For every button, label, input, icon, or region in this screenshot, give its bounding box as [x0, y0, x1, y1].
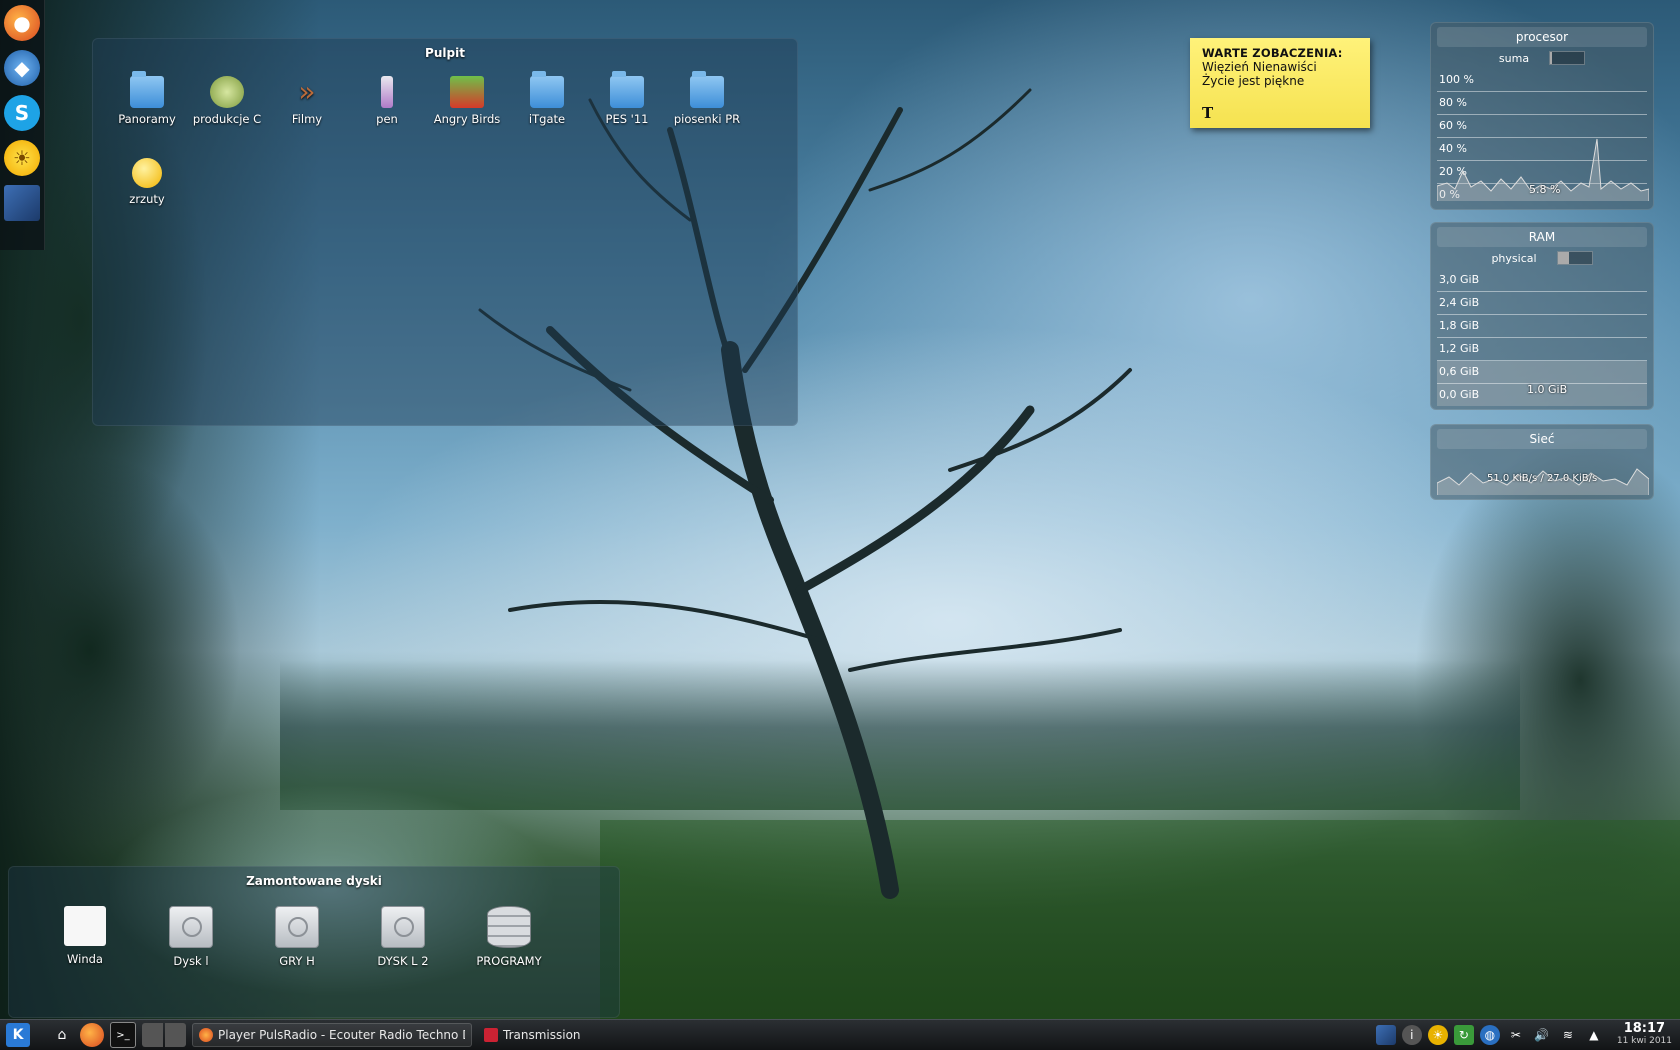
network-graph: 51.0 KiB/s / 27.0 KiB/s [1437, 455, 1649, 495]
terminal-icon[interactable]: >_ [110, 1022, 136, 1048]
note-line-2: Życie jest piękne [1202, 74, 1305, 88]
desktop-item-zrzuty[interactable]: zrzuty [107, 158, 187, 206]
ram-graph: 3,0 GiB 2,4 GiB 1,8 GiB 1,2 GiB 0,6 GiB … [1437, 269, 1647, 406]
pager-icon[interactable] [142, 1023, 186, 1047]
network-monitor-widget[interactable]: Sieć 51.0 KiB/s / 27.0 KiB/s [1430, 424, 1654, 500]
folder-icon [610, 71, 644, 108]
ram-physical-row: physical [1437, 251, 1647, 265]
skype-launch-icon[interactable]: S [4, 95, 40, 131]
taskbar: K ⌂ >_ Player PulsRadio - Ecouter Radio … [0, 1019, 1680, 1050]
network-value: 51.0 KiB/s / 27.0 KiB/s [1487, 473, 1598, 484]
desktop-item-filmy[interactable]: » Filmy [267, 75, 347, 127]
ram-level-label: 3,0 GiB [1437, 269, 1647, 292]
cpu-sum-bar-fill [1550, 52, 1553, 64]
info-icon[interactable]: i [1401, 1025, 1422, 1045]
tray-expand-icon[interactable]: ▲ [1584, 1025, 1604, 1045]
folder-pictures-icon [130, 71, 164, 108]
hard-disk-icon [169, 906, 213, 948]
home-icon[interactable]: ⌂ [50, 1023, 74, 1047]
desktop-icons-row-2: zrzuty [107, 158, 187, 206]
network-globe-icon[interactable]: ◍ [1479, 1025, 1500, 1045]
desktop-item-itgate[interactable]: iTgate [507, 71, 587, 126]
cpu-graph: 100 % 80 % 60 % 40 % 20 % 0 % 5.8 % [1437, 69, 1649, 206]
sticky-note[interactable]: WARTE ZOBACZENIA: Więzień Nienawiści Życ… [1190, 38, 1370, 128]
ram-level-label: 1,8 GiB [1437, 315, 1647, 338]
cpu-sum-row: suma [1437, 51, 1647, 65]
desktop-item-produkcje[interactable]: produkcje C [187, 76, 267, 126]
device-item-gry-h[interactable]: GRY H [244, 906, 350, 968]
wallpaper-meadow [600, 820, 1680, 1020]
cpu-monitor-widget[interactable]: procesor suma 100 % 80 % 60 % 40 % 20 % … [1430, 22, 1654, 210]
transmission-icon [484, 1028, 498, 1042]
usb-pen-icon [381, 76, 393, 108]
ram-level-label: 2,4 GiB [1437, 292, 1647, 315]
ram-value: 1.0 GiB [1527, 383, 1568, 396]
clock-date: 11 kwi 2011 [1616, 1036, 1672, 1046]
firefox-icon[interactable] [80, 1023, 104, 1047]
ram-monitor-widget[interactable]: RAM physical 3,0 GiB 2,4 GiB 1,8 GiB 1,2… [1430, 222, 1654, 410]
note-heading: WARTE ZOBACZENIA: [1202, 46, 1343, 60]
firefox-icon [199, 1028, 213, 1042]
ram-monitor-title: RAM [1437, 227, 1647, 247]
update-icon[interactable]: ↻ [1453, 1025, 1474, 1045]
cpu-level-label: 80 % [1437, 92, 1647, 115]
hard-disk-icon [275, 906, 319, 948]
ram-level-label: 1,2 GiB [1437, 338, 1647, 361]
folder-icon [530, 71, 564, 108]
smiley-icon [132, 158, 162, 188]
cpu-monitor-title: procesor [1437, 27, 1647, 47]
desktop-item-pen[interactable]: pen [347, 76, 427, 126]
quick-launcher: ● ◆ S ☀ [0, 0, 45, 250]
firefox-launch-icon[interactable]: ● [4, 5, 40, 41]
ram-level-label: 0,6 GiB [1437, 361, 1647, 384]
cpu-value: 5.8 % [1529, 183, 1561, 196]
desktop-launch-icon[interactable] [4, 185, 40, 221]
device-item-dysk-l[interactable]: Dysk l [138, 906, 244, 968]
task-pulsradio[interactable]: Player PulsRadio - Ecouter Radio Techno … [192, 1023, 472, 1047]
desktop-preview-icon[interactable] [1375, 1025, 1396, 1045]
text-format-icon[interactable]: T [1202, 104, 1213, 122]
devices-icons-row: Winda Dysk l GRY H DYSK L 2 PROGRAMY [32, 906, 562, 968]
scissors-icon[interactable]: ✂ [1506, 1025, 1526, 1045]
hard-disk-icon [381, 906, 425, 948]
device-item-dysk-l2[interactable]: DYSK L 2 [350, 906, 456, 968]
weather-icon[interactable]: ☀ [1427, 1025, 1448, 1045]
white-disk-icon [64, 906, 106, 946]
folder-icon [690, 71, 724, 108]
ram-physical-bar [1556, 251, 1593, 265]
cpu-sum-bar [1549, 51, 1586, 65]
cookie-monster-icon [210, 76, 244, 108]
wolf-launch-icon[interactable]: ◆ [4, 50, 40, 86]
task-transmission[interactable]: Transmission [478, 1023, 758, 1047]
desktop-item-panoramy[interactable]: Panoramy [107, 71, 187, 126]
desktop-icons-row-1: Panoramy produkcje C » Filmy pen Angry B… [107, 71, 747, 127]
device-item-programy[interactable]: PROGRAMY [456, 906, 562, 968]
note-line-1: Więzień Nienawiści [1202, 60, 1317, 74]
clock-time: 18:17 [1623, 1021, 1666, 1036]
database-icon [487, 906, 531, 948]
desktop-item-pes[interactable]: PES '11 [587, 71, 667, 126]
wifi-icon[interactable]: ≋ [1558, 1025, 1578, 1045]
angry-birds-icon [450, 76, 484, 108]
desktop-item-angry-birds[interactable]: Angry Birds [427, 76, 507, 126]
system-tray: i ☀ ↻ ◍ ✂ 🔊 ≋ ▲ 18:17 11 kwi 2011 [1373, 1020, 1680, 1050]
device-item-winda[interactable]: Winda [32, 906, 138, 968]
devices-panel-title: Zamontowane dyski [246, 874, 382, 888]
weather-sun-launch-icon[interactable]: ☀ [4, 140, 40, 176]
kde-menu-icon[interactable]: K [6, 1023, 30, 1047]
cpu-level-label: 100 % [1437, 69, 1647, 92]
chevrons-icon: » [298, 75, 316, 108]
network-monitor-title: Sieć [1437, 429, 1647, 449]
desktop-item-piosenki[interactable]: piosenki PR [667, 71, 747, 126]
volume-icon[interactable]: 🔊 [1532, 1025, 1552, 1045]
clock[interactable]: 18:17 11 kwi 2011 [1617, 1022, 1672, 1048]
ram-physical-bar-fill [1557, 252, 1569, 264]
desktop-folder-title: Pulpit [425, 46, 465, 60]
